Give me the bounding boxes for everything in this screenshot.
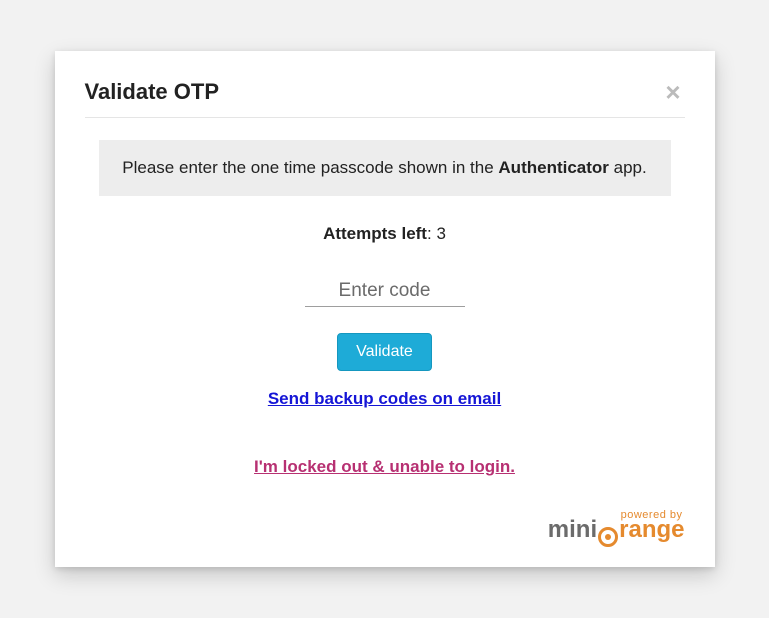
locked-out-link[interactable]: I'm locked out & unable to login. <box>254 457 515 476</box>
close-icon[interactable]: × <box>661 79 684 105</box>
code-input[interactable] <box>305 276 465 307</box>
instruction-strong: Authenticator <box>498 158 609 177</box>
instruction-bar: Please enter the one time passcode shown… <box>99 140 671 196</box>
backup-link-wrap: Send backup codes on email <box>85 389 685 409</box>
logo-text-range: range <box>619 516 684 543</box>
otp-modal: Validate OTP × Please enter the one time… <box>55 51 715 567</box>
validate-wrap: Validate <box>85 333 685 371</box>
attempts-label: Attempts left <box>323 224 427 243</box>
validate-button[interactable]: Validate <box>337 333 432 371</box>
instruction-pre: Please enter the one time passcode shown… <box>122 158 498 177</box>
attempts-left: Attempts left: 3 <box>85 224 685 244</box>
logo-o-icon <box>598 527 618 547</box>
locked-out-wrap: I'm locked out & unable to login. <box>85 457 685 477</box>
logo-text-mini: mini <box>548 516 597 543</box>
miniorange-logo: mini range <box>85 518 685 547</box>
powered-by: powered by minirange <box>85 509 685 547</box>
instruction-post: app. <box>609 158 647 177</box>
modal-header: Validate OTP × <box>85 79 685 118</box>
send-backup-codes-link[interactable]: Send backup codes on email <box>268 389 501 408</box>
modal-title: Validate OTP <box>85 79 220 105</box>
attempts-value: 3 <box>436 224 445 243</box>
code-input-wrap <box>85 276 685 307</box>
